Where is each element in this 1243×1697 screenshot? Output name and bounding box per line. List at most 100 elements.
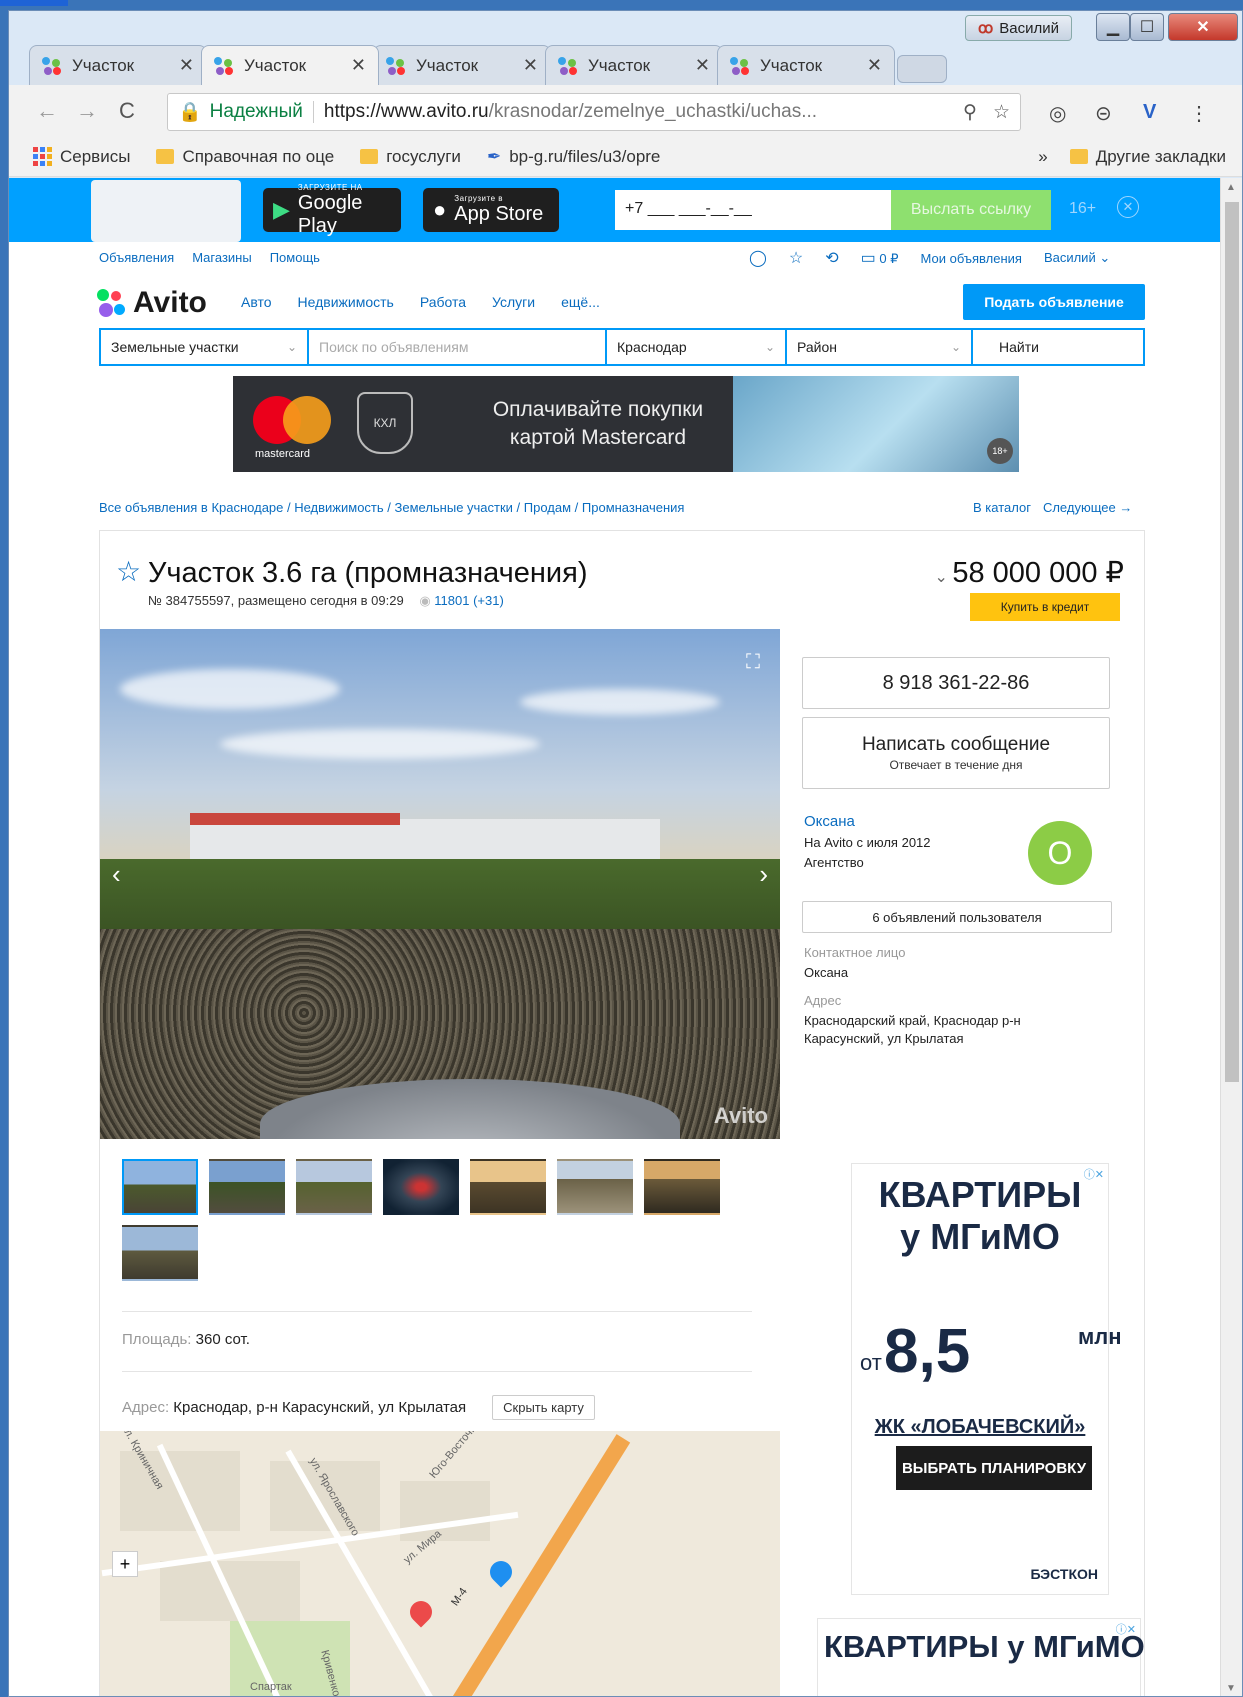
find-button[interactable]: Найти: [973, 330, 1065, 364]
catalog-link[interactable]: В каталог: [973, 500, 1031, 515]
mastercard-ad-banner[interactable]: mastercard КХЛ Оплачивайте покупки карто…: [233, 376, 1019, 472]
write-message-button[interactable]: Написать сообщение Отвечает в течение дн…: [802, 717, 1110, 789]
app-store-button[interactable]: ● Загрузите в App Store: [423, 188, 559, 232]
favorites-star-icon[interactable]: ☆: [789, 248, 803, 268]
map-label: Юго-Восточная: [427, 1431, 487, 1481]
map[interactable]: ул. Ярославского Юго-Восточная ул. Мира …: [100, 1431, 780, 1696]
post-ad-button[interactable]: Подать объявление: [963, 284, 1145, 320]
maximize-button[interactable]: ☐: [1130, 13, 1164, 41]
map-zoom-in-button[interactable]: +: [112, 1551, 138, 1577]
thumbnail[interactable]: [383, 1159, 459, 1215]
bookmark-services[interactable]: Сервисы: [33, 147, 130, 167]
extension-drop-icon[interactable]: ◎: [1049, 101, 1066, 126]
nav-more[interactable]: ещё...: [561, 294, 600, 310]
thumbnail[interactable]: [470, 1159, 546, 1215]
map-pin-icon[interactable]: [405, 1596, 437, 1628]
bookmark-star-icon[interactable]: ☆: [993, 101, 1010, 124]
my-ads-link[interactable]: Мои объявления: [921, 251, 1022, 266]
link-shops[interactable]: Магазины: [192, 250, 252, 265]
other-bookmarks[interactable]: Другие закладки: [1069, 147, 1226, 167]
minimize-button[interactable]: ▁: [1096, 13, 1130, 41]
phone-input[interactable]: +7 ___ ___-__-__: [615, 190, 891, 230]
menu-dots-icon[interactable]: ⋮: [1189, 101, 1209, 126]
seller-name[interactable]: Оксана: [804, 813, 855, 830]
bookmarks-bar: Сервисы Справочная по оце госуслуги ✒ bp…: [9, 137, 1242, 177]
profile-badge[interactable]: ꝏ Василий: [964, 15, 1072, 41]
reload-icon[interactable]: C: [107, 98, 147, 124]
tab-close-icon[interactable]: ✕: [867, 55, 882, 76]
bookmark-folder-1[interactable]: Справочная по оце: [156, 147, 334, 167]
thumbnail[interactable]: [557, 1159, 633, 1215]
page-scrollbar[interactable]: ▲ ▼: [1220, 178, 1242, 1696]
city-select[interactable]: Краснодар ⌄: [607, 330, 787, 364]
new-tab-button[interactable]: [897, 55, 947, 83]
scroll-down-icon[interactable]: ▼: [1226, 1683, 1236, 1694]
saved-search-icon[interactable]: ⟲: [825, 248, 838, 268]
apps-grid-icon: [33, 147, 52, 166]
photo-prev-icon[interactable]: ‹: [112, 859, 121, 890]
nav-realty[interactable]: Недвижимость: [298, 294, 394, 310]
fullscreen-icon[interactable]: ⛶: [746, 651, 760, 674]
ad1-price: 8,5: [884, 1317, 971, 1386]
price-chevron-icon[interactable]: ⌄: [934, 569, 952, 586]
tab-1[interactable]: Участок ✕: [29, 45, 207, 85]
thumbnail[interactable]: [296, 1159, 372, 1215]
tab-3[interactable]: Участок ✕: [373, 45, 551, 85]
link-help[interactable]: Помощь: [270, 250, 320, 265]
address-param: Адрес: Краснодар, р-н Карасунский, ул Кр…: [122, 1395, 595, 1420]
wallet-link[interactable]: ▭ 0 ₽: [861, 248, 899, 268]
google-play-button[interactable]: ▶ ЗАГРУЗИТЕ НА Google Play: [263, 183, 401, 237]
thumbnail[interactable]: [644, 1159, 720, 1215]
breadcrumb[interactable]: Все объявления в Краснодаре / Недвижимос…: [99, 500, 684, 515]
category-select[interactable]: Земельные участки ⌄: [101, 330, 309, 364]
scrollbar-thumb[interactable]: [1225, 202, 1239, 1082]
tab-close-icon[interactable]: ✕: [695, 55, 710, 76]
scroll-up-icon[interactable]: ▲: [1226, 182, 1236, 193]
hide-map-button[interactable]: Скрыть карту: [492, 1395, 595, 1420]
send-link-button[interactable]: Выслать ссылку: [891, 190, 1051, 230]
photo-next-icon[interactable]: ›: [759, 859, 768, 890]
tab-close-icon[interactable]: ✕: [179, 55, 194, 76]
seller-ads-button[interactable]: 6 объявлений пользователя: [802, 901, 1112, 933]
avatar[interactable]: О: [1028, 821, 1092, 885]
corner-link[interactable]: [0, 0, 68, 6]
nav-services[interactable]: Услуги: [492, 294, 535, 310]
district-select[interactable]: Район ⌄: [787, 330, 973, 364]
banner-close-icon[interactable]: ✕: [1117, 196, 1139, 218]
link-ads[interactable]: Объявления: [99, 250, 174, 265]
favorite-star-icon[interactable]: ☆: [116, 555, 141, 588]
buy-on-credit-button[interactable]: Купить в кредит: [970, 593, 1120, 621]
tab-5[interactable]: Участок ✕: [717, 45, 895, 85]
thumbnail[interactable]: [122, 1159, 198, 1215]
nav-auto[interactable]: Авто: [241, 294, 272, 310]
chat-icon[interactable]: ◯: [749, 248, 767, 268]
show-phone-button[interactable]: 8 918 361-22-86: [802, 657, 1110, 709]
views-count[interactable]: ◉ 11801 (+31): [419, 593, 503, 608]
tab-4[interactable]: Участок ✕: [545, 45, 723, 85]
back-arrow-icon[interactable]: ←: [27, 98, 67, 124]
extension-sync-icon[interactable]: ⊝: [1095, 101, 1112, 126]
tab-close-icon[interactable]: ✕: [351, 55, 366, 76]
zoom-icon[interactable]: ⚲: [963, 101, 977, 124]
bookmark-folder-2[interactable]: госуслуги: [360, 147, 461, 167]
avito-logo[interactable]: Avito: [97, 286, 207, 320]
map-pin-icon[interactable]: [485, 1556, 517, 1588]
bookmarks-more-button[interactable]: »: [1038, 147, 1047, 167]
main-photo[interactable]: ‹ › ⛶ Avito: [100, 629, 780, 1139]
ad1-cta-button[interactable]: ВЫБРАТЬ ПЛАНИРОВКУ: [896, 1446, 1092, 1490]
user-menu[interactable]: Василий ⌄: [1044, 250, 1110, 266]
forward-arrow-icon[interactable]: →: [67, 98, 107, 124]
tab-close-icon[interactable]: ✕: [523, 55, 538, 76]
thumbnail[interactable]: [122, 1225, 198, 1281]
apartments-ad[interactable]: ⓘ✕ КВАРТИРЫ у МГиМО от 8,5 млн ЖК «ЛОБАЧ…: [851, 1163, 1122, 1595]
nav-jobs[interactable]: Работа: [420, 294, 466, 310]
extension-v-icon[interactable]: V: [1143, 101, 1156, 124]
bookmark-link[interactable]: ✒ bp-g.ru/files/u3/opre: [487, 147, 660, 167]
tab-2[interactable]: Участок ✕: [201, 45, 379, 85]
address-bar[interactable]: 🔒 Надежный https://www.avito.ru /krasnod…: [167, 93, 1021, 131]
thumbnail[interactable]: [209, 1159, 285, 1215]
close-window-button[interactable]: ✕: [1168, 13, 1238, 41]
search-input[interactable]: Поиск по объявлениям: [309, 330, 607, 364]
next-link[interactable]: Следующее →: [1043, 500, 1132, 515]
apartments-ad-2[interactable]: ⓘ✕ КВАРТИРЫ у МГиМО: [817, 1618, 1145, 1696]
